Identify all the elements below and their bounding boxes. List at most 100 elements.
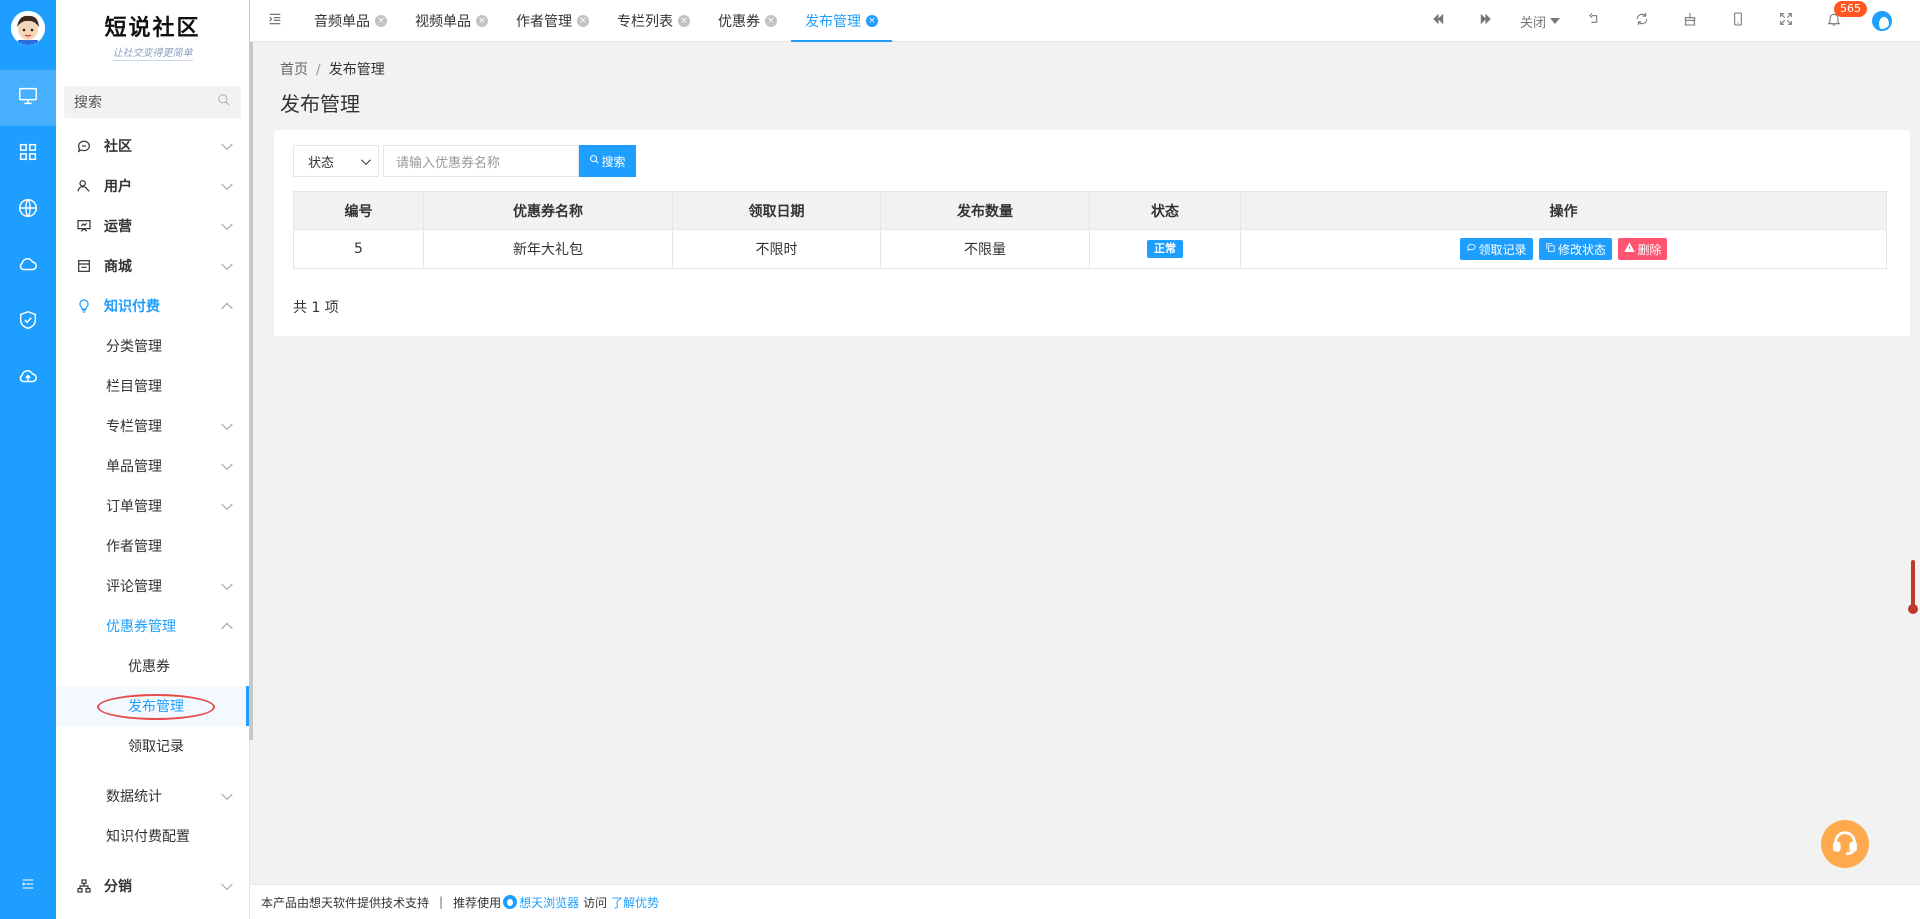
status-badge: 正常 [1147, 240, 1183, 258]
footer-browser-link[interactable]: 想天浏览器 [519, 894, 579, 911]
close-icon[interactable]: × [476, 15, 488, 27]
close-tabs-dropdown[interactable]: 关闭 [1510, 0, 1570, 42]
breadcrumb-separator: / [316, 62, 321, 78]
chevron-down-icon [221, 418, 233, 431]
sidebar-subitem-label: 单品管理 [106, 459, 162, 475]
claim-records-button[interactable]: 领取记录 [1459, 238, 1533, 260]
sidebar-subitem-statistics[interactable]: 数据统计 [56, 776, 249, 816]
footer-support-text: 本产品由想天软件提供技术支持 [261, 895, 430, 910]
sidebar-subitem-comments[interactable]: 评论管理 [56, 566, 249, 606]
sidebar-search-label: 搜索 [74, 95, 102, 111]
sidebar-item-knowledge-pay[interactable]: 知识付费 [56, 286, 249, 326]
modify-status-label: 修改状态 [1557, 242, 1606, 257]
sidebar-subitem-single-product[interactable]: 单品管理 [56, 446, 249, 486]
close-icon[interactable]: × [375, 15, 387, 27]
rail-apps[interactable] [0, 126, 56, 182]
delete-button[interactable]: 删除 [1618, 238, 1668, 260]
sidebar-item-store[interactable]: 商城 [56, 246, 249, 286]
coupon-name-placeholder: 请输入优惠券名称 [396, 155, 501, 171]
close-icon[interactable]: × [866, 15, 878, 27]
indent-icon [267, 11, 283, 31]
admin-avatar[interactable] [11, 11, 45, 45]
shield-check-icon [17, 309, 39, 335]
menu-toggle-icon [20, 876, 36, 896]
close-icon[interactable]: × [678, 15, 690, 27]
sidebar-item-label: 分销 [104, 879, 132, 895]
sitemap-icon [76, 878, 92, 894]
tab-author-management[interactable]: 作者管理 × [502, 0, 603, 42]
footer-divider: | [439, 895, 444, 909]
clear-cache-button[interactable] [1666, 0, 1714, 42]
cell-coupon-name: 新年大礼包 [423, 229, 673, 269]
sidebar-subitem-label: 评论管理 [106, 579, 162, 595]
close-icon[interactable]: × [765, 15, 777, 27]
sidebar-subitem-orders[interactable]: 订单管理 [56, 486, 249, 526]
rail-dashboard[interactable] [0, 70, 56, 126]
user-avatar[interactable] [1872, 11, 1892, 31]
tabs-scroll-left-button[interactable] [1414, 0, 1462, 42]
rail-collapse-toggle[interactable] [0, 866, 56, 906]
sidebar-item-community[interactable]: 社区 [56, 126, 249, 166]
fullscreen-button[interactable] [1762, 0, 1810, 42]
tab-coupons[interactable]: 优惠券 × [704, 0, 791, 42]
column-header: 操作 [1240, 191, 1887, 230]
chevron-down-icon [221, 788, 233, 801]
tab-publish-management[interactable]: 发布管理 × [791, 0, 892, 42]
tab-bar: 音频单品 × 视频单品 × 作者管理 × 专栏列表 × 优惠券 × 发布管理 × [250, 0, 892, 42]
sidebar-subitem-publish-management[interactable]: 发布管理 [56, 686, 249, 726]
double-chevron-left-icon [1430, 11, 1446, 31]
footer-learn-link[interactable]: 了解优势 [611, 894, 659, 911]
tab-column-list[interactable]: 专栏列表 × [603, 0, 704, 42]
lightbulb-icon [76, 298, 92, 314]
sidebar-search[interactable]: 搜索 [64, 86, 241, 118]
refresh-button[interactable] [1618, 0, 1666, 42]
chevron-down-icon [221, 578, 233, 591]
broom-icon [1682, 11, 1698, 31]
column-header: 编号 [293, 191, 424, 230]
sidebar-item-label: 商城 [104, 259, 132, 275]
modify-status-button[interactable]: 修改状态 [1538, 238, 1612, 260]
page-scroll-indicator[interactable] [1908, 560, 1918, 614]
table-row: 5 新年大礼包 不限时 不限量 正常 领取记录 修改状态 删除 [293, 229, 1887, 269]
tab-video-product[interactable]: 视频单品 × [401, 0, 502, 42]
search-button[interactable]: 搜索 [579, 145, 636, 177]
mobile-preview-button[interactable] [1714, 0, 1762, 42]
sidebar-item-users[interactable]: 用户 [56, 166, 249, 206]
column-header: 领取日期 [672, 191, 881, 230]
chevron-down-icon [221, 218, 233, 231]
sidebar-item-operations[interactable]: 运营 [56, 206, 249, 246]
coupon-name-input[interactable]: 请输入优惠券名称 [383, 145, 579, 177]
sidebar-subitem-authors[interactable]: 作者管理 [56, 526, 249, 566]
sidebar-subitem-label: 数据统计 [106, 789, 162, 805]
tab-label: 音频单品 [314, 14, 370, 30]
breadcrumb-home[interactable]: 首页 [280, 62, 308, 78]
sidebar-subitem-claim-records[interactable]: 领取记录 [56, 726, 249, 766]
sidebar-subitem-coupons[interactable]: 优惠券 [56, 646, 249, 686]
sidebar-subitem-coupon-management[interactable]: 优惠券管理 [56, 606, 249, 646]
sidebar-toggle-button[interactable] [250, 0, 300, 42]
brand-logo[interactable]: 短说社区 让社交变得更简单 [56, 0, 249, 70]
back-button[interactable] [1570, 0, 1618, 42]
footer: 本产品由想天软件提供技术支持 | 推荐使用 想天浏览器 访问 了解优势 [250, 884, 1920, 919]
sidebar-subitem-config[interactable]: 知识付费配置 [56, 816, 249, 856]
icon-rail [0, 0, 56, 919]
close-icon[interactable]: × [577, 15, 589, 27]
tab-label: 发布管理 [805, 14, 861, 30]
status-select[interactable]: 状态 [293, 145, 379, 177]
customer-support-button[interactable] [1821, 820, 1869, 868]
rail-security[interactable] [0, 294, 56, 350]
rail-cloud-upload[interactable] [0, 350, 56, 406]
notification-badge: 565 [1834, 1, 1867, 17]
tab-audio-product[interactable]: 音频单品 × [300, 0, 401, 42]
tabs-scroll-right-button[interactable] [1462, 0, 1510, 42]
sidebar-subitem-special-column[interactable]: 专栏管理 [56, 406, 249, 446]
tab-label: 视频单品 [415, 14, 471, 30]
sidebar-subitem-column[interactable]: 栏目管理 [56, 366, 249, 406]
globe-icon [17, 197, 39, 223]
sidebar-subitem-category[interactable]: 分类管理 [56, 326, 249, 366]
search-icon [589, 154, 601, 168]
rail-web[interactable] [0, 182, 56, 238]
rail-cloud[interactable] [0, 238, 56, 294]
sidebar-item-distribution[interactable]: 分销 [56, 866, 249, 906]
notifications-button[interactable]: 565 [1810, 0, 1867, 42]
